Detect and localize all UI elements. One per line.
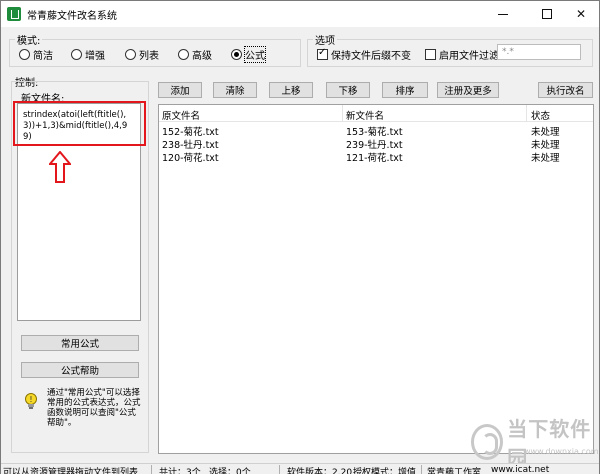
highlight-frame bbox=[13, 101, 146, 146]
mode-label: 模式: bbox=[15, 32, 43, 47]
execute-rename-button[interactable]: 执行改名 bbox=[538, 82, 593, 98]
column-divider[interactable] bbox=[342, 105, 343, 122]
table-row[interactable]: 152-菊花.txt 153-菊花.txt 未处理 bbox=[159, 124, 593, 138]
column-new-name[interactable]: 新文件名 bbox=[346, 108, 384, 122]
keep-extension-checkbox[interactable]: 保持文件后缀不变 bbox=[317, 47, 411, 62]
app-icon bbox=[7, 7, 21, 21]
status-studio: 常青藤工作室 bbox=[427, 468, 482, 474]
move-up-button[interactable]: 上移 bbox=[269, 82, 313, 98]
formula-help-button[interactable]: 公式帮助 bbox=[21, 362, 139, 378]
clear-button[interactable]: 清除 bbox=[213, 82, 257, 98]
checkbox-unchecked bbox=[425, 49, 436, 60]
maximize-icon bbox=[542, 9, 552, 19]
status-cell: 未处理 bbox=[531, 140, 560, 151]
status-divider bbox=[421, 465, 422, 474]
column-status[interactable]: 状态 bbox=[531, 108, 550, 122]
common-formula-button[interactable]: 常用公式 bbox=[21, 335, 139, 351]
original-name-cell: 120-荷花.txt bbox=[162, 153, 219, 164]
app-window: 常青藤文件改名系统 ✕ 模式: 简洁 增强 列表 高级 公式 选项 保持文件后缀… bbox=[0, 0, 600, 474]
status-cell: 未处理 bbox=[531, 127, 560, 138]
mode-radio-formula[interactable]: 公式 bbox=[231, 46, 266, 63]
mode-option-label: 增强 bbox=[85, 51, 105, 62]
status-divider bbox=[151, 465, 152, 474]
mode-radio-concise[interactable]: 简洁 bbox=[19, 47, 53, 62]
column-original-name[interactable]: 原文件名 bbox=[162, 108, 200, 122]
keep-extension-label: 保持文件后缀不变 bbox=[331, 51, 411, 62]
mode-option-label: 高级 bbox=[192, 51, 212, 62]
file-list[interactable]: 原文件名 新文件名 状态 152-菊花.txt 153-菊花.txt 未处理 2… bbox=[158, 104, 594, 454]
lightbulb-icon: ! bbox=[25, 393, 37, 409]
status-auth: 授权模式：增值 bbox=[353, 468, 417, 474]
status-site[interactable]: www.icat.net bbox=[491, 465, 549, 474]
table-row[interactable]: 120-荷花.txt 121-荷花.txt 未处理 bbox=[159, 150, 593, 164]
status-hint: 可以从资源管理器拖动文件到列表 bbox=[3, 468, 139, 474]
radio-circle bbox=[178, 49, 189, 60]
move-down-button[interactable]: 下移 bbox=[326, 82, 370, 98]
radio-circle-selected bbox=[231, 49, 242, 60]
add-button[interactable]: 添加 bbox=[158, 82, 202, 98]
radio-circle bbox=[19, 49, 30, 60]
new-name-cell: 121-荷花.txt bbox=[346, 153, 403, 164]
original-name-cell: 152-菊花.txt bbox=[162, 127, 219, 138]
watermark-url: www.downxia.com bbox=[524, 447, 599, 456]
title-bar[interactable]: 常青藤文件改名系统 ✕ bbox=[1, 1, 599, 27]
mode-radio-advanced[interactable]: 高级 bbox=[178, 47, 212, 62]
close-button[interactable]: ✕ bbox=[563, 1, 599, 27]
svg-text:!: ! bbox=[29, 395, 32, 404]
checkbox-checked bbox=[317, 47, 328, 60]
up-arrow-icon bbox=[49, 151, 71, 183]
register-button[interactable]: 注册及更多 bbox=[437, 82, 499, 98]
minimize-button[interactable] bbox=[485, 1, 521, 27]
maximize-button[interactable] bbox=[529, 1, 565, 27]
watermark-logo-icon bbox=[471, 424, 504, 460]
tip-text: 通过"常用公式"可以选择常用的公式表达式，公式函数说明可以查阅"公式帮助"。 bbox=[47, 388, 141, 428]
enable-filter-checkbox[interactable]: 启用文件过滤 bbox=[425, 47, 499, 62]
status-total: 共计：3个 bbox=[159, 468, 201, 474]
new-name-cell: 153-菊花.txt bbox=[346, 127, 403, 138]
status-selected: 选择：0个 bbox=[209, 468, 251, 474]
options-label: 选项 bbox=[313, 32, 337, 47]
status-cell: 未处理 bbox=[531, 153, 560, 164]
list-header: 原文件名 新文件名 状态 bbox=[159, 105, 593, 122]
enable-filter-label: 启用文件过滤 bbox=[439, 51, 499, 62]
original-name-cell: 238-牡丹.txt bbox=[162, 140, 219, 151]
status-version: 软件版本：2.20 bbox=[287, 468, 353, 474]
radio-circle bbox=[125, 49, 136, 60]
new-name-cell: 239-牡丹.txt bbox=[346, 140, 403, 151]
close-icon: ✕ bbox=[575, 7, 587, 21]
mode-radio-enhanced[interactable]: 增强 bbox=[71, 47, 105, 62]
table-row[interactable]: 238-牡丹.txt 239-牡丹.txt 未处理 bbox=[159, 137, 593, 151]
mode-option-label: 简洁 bbox=[33, 51, 53, 62]
minimize-icon bbox=[498, 13, 508, 15]
column-divider[interactable] bbox=[526, 105, 527, 122]
filter-input[interactable]: *.* bbox=[497, 44, 581, 60]
mode-option-label: 公式 bbox=[244, 46, 266, 63]
window-title: 常青藤文件改名系统 bbox=[27, 11, 117, 22]
sort-button[interactable]: 排序 bbox=[382, 82, 428, 98]
mode-option-label: 列表 bbox=[139, 51, 159, 62]
status-divider bbox=[279, 465, 280, 474]
radio-circle bbox=[71, 49, 82, 60]
status-bar: 可以从资源管理器拖动文件到列表 共计：3个 选择：0个 软件版本：2.20 授权… bbox=[1, 463, 599, 474]
mode-radio-list[interactable]: 列表 bbox=[125, 47, 159, 62]
